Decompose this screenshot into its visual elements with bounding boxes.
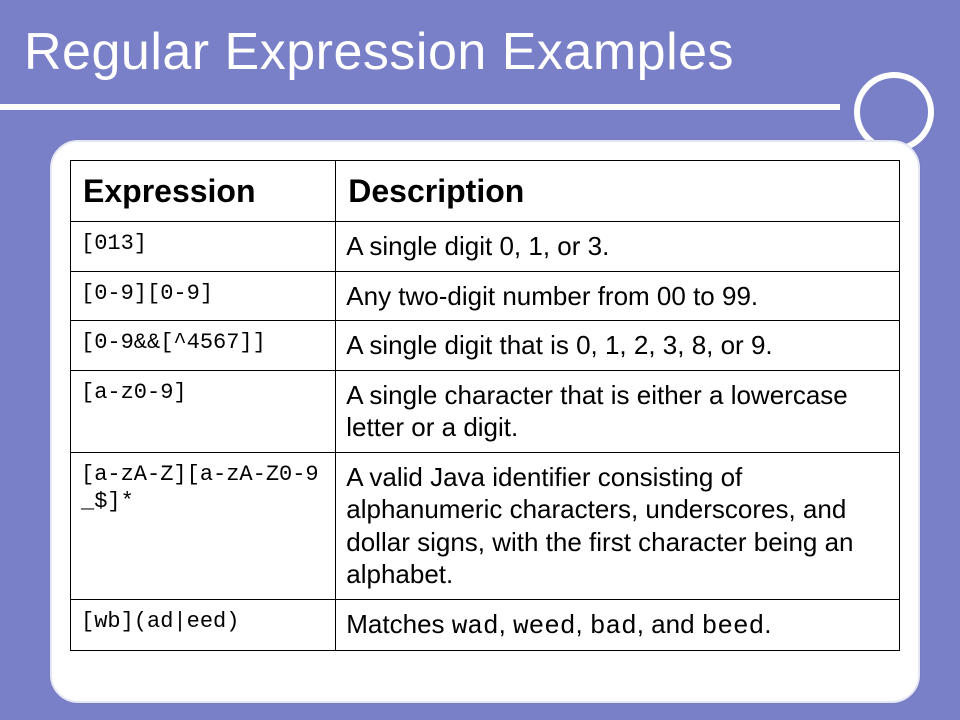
content-card: Expression Description [013] A single di… [50,140,920,703]
desc-text: Matches [346,609,452,639]
desc-mono: weed [513,611,575,641]
cell-expression: [013] [71,222,336,272]
cell-expression: [0-9&&[^4567]] [71,321,336,371]
desc-text: , and [637,609,702,639]
table-row: [0-9&&[^4567]] A single digit that is 0,… [71,321,900,371]
cell-expression: [wb](ad|eed) [71,599,336,651]
cell-expression: [a-z0-9] [71,370,336,452]
cell-description: A single character that is either a lowe… [336,370,900,452]
header-expression: Expression [71,161,336,222]
table-row: [wb](ad|eed) Matches wad, weed, bad, and… [71,599,900,651]
slide-title: Regular Expression Examples [24,22,734,82]
table-row: [0-9][0-9] Any two-digit number from 00 … [71,271,900,321]
decor-line [0,104,840,110]
slide: Regular Expression Examples Expression D… [0,0,960,720]
desc-text: , [575,609,589,639]
table-row: [013] A single digit 0, 1, or 3. [71,222,900,272]
cell-description: A single digit 0, 1, or 3. [336,222,900,272]
desc-text: . [764,609,771,639]
header-description: Description [336,161,900,222]
table-header-row: Expression Description [71,161,900,222]
cell-description: Matches wad, weed, bad, and beed. [336,599,900,651]
cell-description: A valid Java identifier consisting of al… [336,452,900,599]
desc-mono: bad [590,611,637,641]
regex-table: Expression Description [013] A single di… [70,160,900,651]
table-row: [a-z0-9] A single character that is eith… [71,370,900,452]
cell-expression: [0-9][0-9] [71,271,336,321]
desc-mono: wad [452,611,499,641]
cell-expression: [a-zA-Z][a-zA-Z0-9_$]* [71,452,336,599]
cell-description: A single digit that is 0, 1, 2, 3, 8, or… [336,321,900,371]
desc-text: , [499,609,513,639]
cell-description: Any two-digit number from 00 to 99. [336,271,900,321]
desc-mono: beed [702,611,764,641]
table-row: [a-zA-Z][a-zA-Z0-9_$]* A valid Java iden… [71,452,900,599]
